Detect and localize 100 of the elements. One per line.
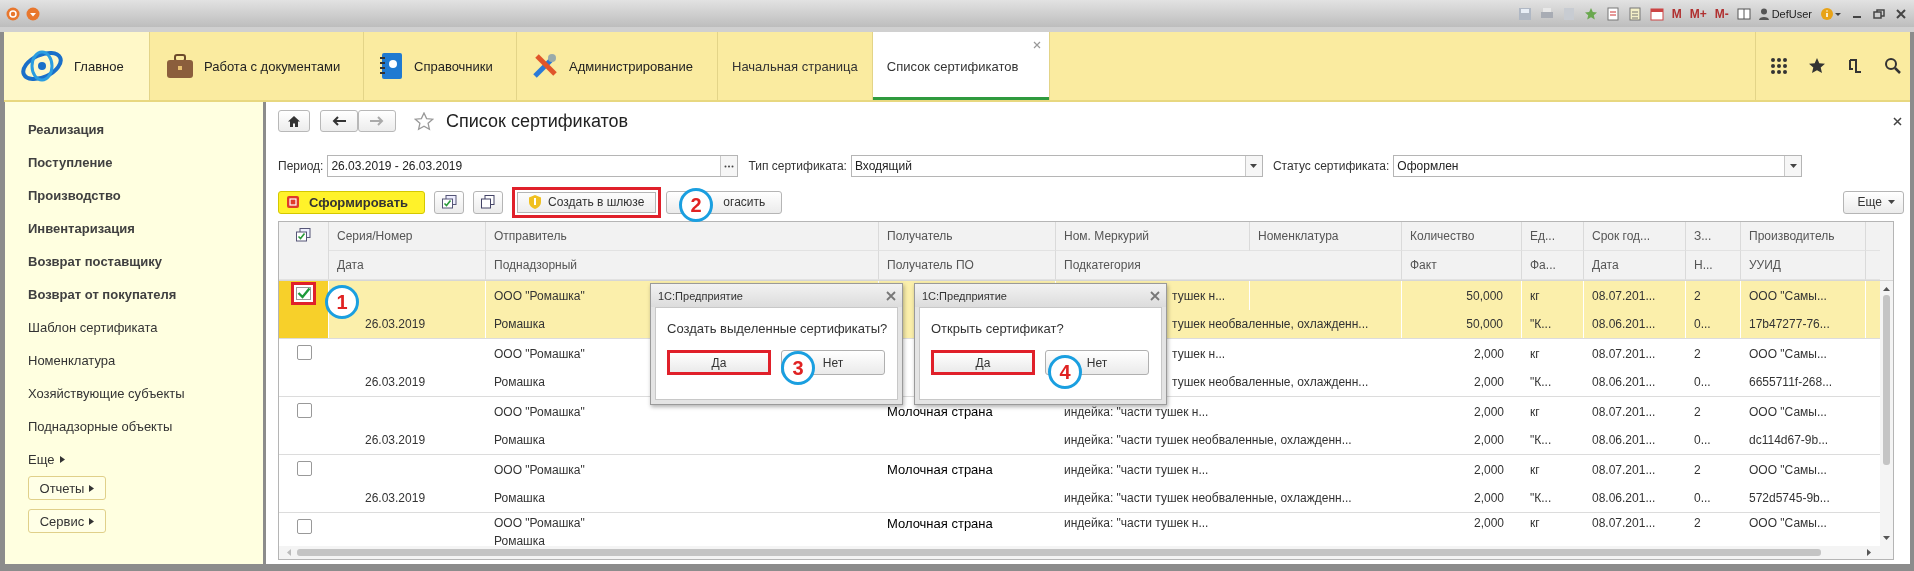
star-icon[interactable] bbox=[1808, 57, 1826, 75]
table-cell: 2 bbox=[1694, 288, 1701, 303]
column-header[interactable]: Факт bbox=[1402, 251, 1522, 280]
tab[interactable]: Начальная страница bbox=[718, 32, 873, 100]
row-checkbox[interactable] bbox=[291, 282, 316, 305]
table-cell: 0... bbox=[1694, 433, 1711, 447]
calculator-icon[interactable] bbox=[1627, 6, 1642, 21]
section-button[interactable]: Администрирование bbox=[517, 32, 718, 100]
sidebar-item[interactable]: Производство bbox=[28, 179, 121, 212]
copy-button[interactable] bbox=[473, 190, 504, 214]
column-header[interactable]: Поднадзорный bbox=[486, 251, 879, 280]
column-header[interactable]: Получатель bbox=[879, 222, 1056, 251]
column-header[interactable]: Ед... bbox=[1522, 222, 1584, 251]
memory-button[interactable]: M bbox=[1671, 6, 1682, 21]
filter-field[interactable]: Оформлен bbox=[1393, 155, 1803, 177]
row-checkbox[interactable] bbox=[296, 461, 312, 476]
shield-icon bbox=[529, 195, 542, 209]
close-icon[interactable] bbox=[1893, 116, 1902, 126]
scroll-right-arrow-icon[interactable] bbox=[1867, 549, 1871, 556]
checklist-icon bbox=[441, 195, 457, 209]
table-cell: ООО "Самы... bbox=[1749, 346, 1827, 361]
column-header[interactable]: Ном. Меркурий bbox=[1056, 222, 1250, 251]
more-button[interactable]: Еще bbox=[1842, 190, 1904, 214]
sidebar-item[interactable]: Поднадзорные объекты bbox=[28, 410, 173, 443]
table-cell: Молочная страна bbox=[887, 404, 993, 419]
star-icon[interactable] bbox=[1583, 6, 1598, 21]
scroll-up-arrow-icon[interactable] bbox=[1883, 287, 1890, 291]
close-icon[interactable] bbox=[1894, 6, 1908, 21]
table-cell: ООО "Самы... bbox=[1749, 462, 1827, 477]
column-header[interactable]: Н... bbox=[1686, 251, 1741, 280]
column-header[interactable]: Фа... bbox=[1522, 251, 1584, 280]
column-header[interactable]: Количество bbox=[1402, 222, 1522, 251]
row-checkbox[interactable] bbox=[296, 345, 312, 360]
user-name[interactable]: DefUser bbox=[1771, 7, 1812, 20]
tab[interactable]: Список сертификатов bbox=[872, 32, 1050, 100]
panel-icon[interactable] bbox=[1736, 6, 1751, 21]
column-header[interactable]: Дата bbox=[1584, 251, 1686, 280]
filter-field[interactable]: 26.03.2019 - 26.03.2019 bbox=[327, 155, 739, 177]
table-cell: 08.07.201... bbox=[1592, 288, 1656, 303]
memory-button[interactable]: M- bbox=[1714, 6, 1729, 21]
app-logo-icon[interactable] bbox=[6, 6, 20, 21]
sidebar-item[interactable]: Поступление bbox=[28, 146, 113, 179]
toolbar-button[interactable]: Создать в шлюзе bbox=[512, 186, 662, 218]
dialog-button[interactable]: Да bbox=[931, 350, 1035, 375]
memory-button[interactable]: M+ bbox=[1689, 6, 1707, 21]
arrow-left-icon bbox=[332, 116, 346, 126]
restore-icon[interactable] bbox=[1872, 6, 1886, 21]
column-header[interactable]: Производитель bbox=[1741, 222, 1866, 251]
sidebar-item[interactable]: Возврат поставщику bbox=[28, 245, 162, 278]
select-all-button[interactable] bbox=[434, 190, 465, 214]
ellipsis-icon[interactable] bbox=[720, 156, 738, 176]
row-checkbox[interactable] bbox=[296, 519, 312, 534]
sidebar-item[interactable]: Реализация bbox=[28, 113, 105, 146]
star-outline-icon[interactable] bbox=[414, 111, 434, 131]
table-cell: 6655711f-268... bbox=[1749, 375, 1833, 389]
sidebar-item[interactable]: Инвентаризация bbox=[28, 212, 135, 245]
vertical-scrollbar[interactable] bbox=[1880, 281, 1893, 546]
section-button[interactable]: Справочники bbox=[364, 32, 517, 100]
sidebar-item[interactable]: Шаблон сертификата bbox=[28, 311, 158, 344]
table-cell: 2,000 bbox=[1473, 404, 1504, 419]
scroll-down-arrow-icon[interactable] bbox=[1883, 536, 1890, 540]
horizontal-scrollbar[interactable] bbox=[279, 546, 1893, 559]
generate-button[interactable]: Сформировать bbox=[278, 190, 426, 214]
section-button[interactable]: Работа с документами bbox=[150, 32, 364, 100]
column-header[interactable]: Дата bbox=[329, 251, 486, 280]
table-cell: тушек необваленные, охлажденн... bbox=[1172, 375, 1369, 389]
filter-field[interactable]: Входящий bbox=[850, 155, 1263, 177]
menu-button[interactable]: Отчеты bbox=[28, 476, 106, 500]
more-link[interactable]: Еще bbox=[28, 443, 66, 476]
dialog-button[interactable]: Да bbox=[667, 350, 771, 375]
menu-button[interactable]: Сервис bbox=[28, 509, 106, 533]
table-cell: 2 bbox=[1694, 346, 1701, 361]
column-header[interactable]: Подкатегория bbox=[1056, 251, 1402, 280]
document-icon[interactable] bbox=[1605, 6, 1620, 21]
column-header[interactable]: З... bbox=[1686, 222, 1741, 251]
header-cell[interactable] bbox=[279, 222, 329, 280]
column-header[interactable]: Номенклатура bbox=[1250, 222, 1402, 251]
info-icon[interactable] bbox=[1820, 6, 1842, 21]
home-button[interactable] bbox=[278, 110, 310, 132]
column-header[interactable]: Отправитель bbox=[486, 222, 879, 251]
calendar-icon[interactable] bbox=[1649, 6, 1664, 21]
search-icon[interactable] bbox=[1884, 57, 1902, 75]
dialog-title: 1С:Предприятие bbox=[922, 289, 1007, 302]
section-button[interactable]: Главное bbox=[4, 32, 150, 100]
back-button[interactable] bbox=[320, 110, 358, 132]
sidebar-item[interactable]: Хозяйствующие субъекты bbox=[28, 377, 185, 410]
column-header[interactable]: Срок год... bbox=[1584, 222, 1686, 251]
dropdown-icon[interactable] bbox=[1784, 156, 1802, 176]
table-cell: ООО "Ромашка" bbox=[494, 404, 585, 419]
history-icon[interactable] bbox=[1846, 57, 1864, 75]
apps-grid-icon[interactable] bbox=[1770, 57, 1788, 75]
column-header[interactable]: Получатель ПО bbox=[879, 251, 1056, 280]
briefcase-icon bbox=[166, 53, 194, 79]
column-header[interactable]: Серия/Номер bbox=[329, 222, 486, 251]
row-checkbox[interactable] bbox=[296, 403, 312, 418]
sidebar-item[interactable]: Возврат от покупателя bbox=[28, 278, 177, 311]
menu-caret-icon[interactable] bbox=[26, 6, 40, 21]
dropdown-icon[interactable] bbox=[1244, 156, 1262, 176]
column-header[interactable]: УУИД bbox=[1741, 251, 1866, 280]
sidebar-item[interactable]: Номенклатура bbox=[28, 344, 116, 377]
